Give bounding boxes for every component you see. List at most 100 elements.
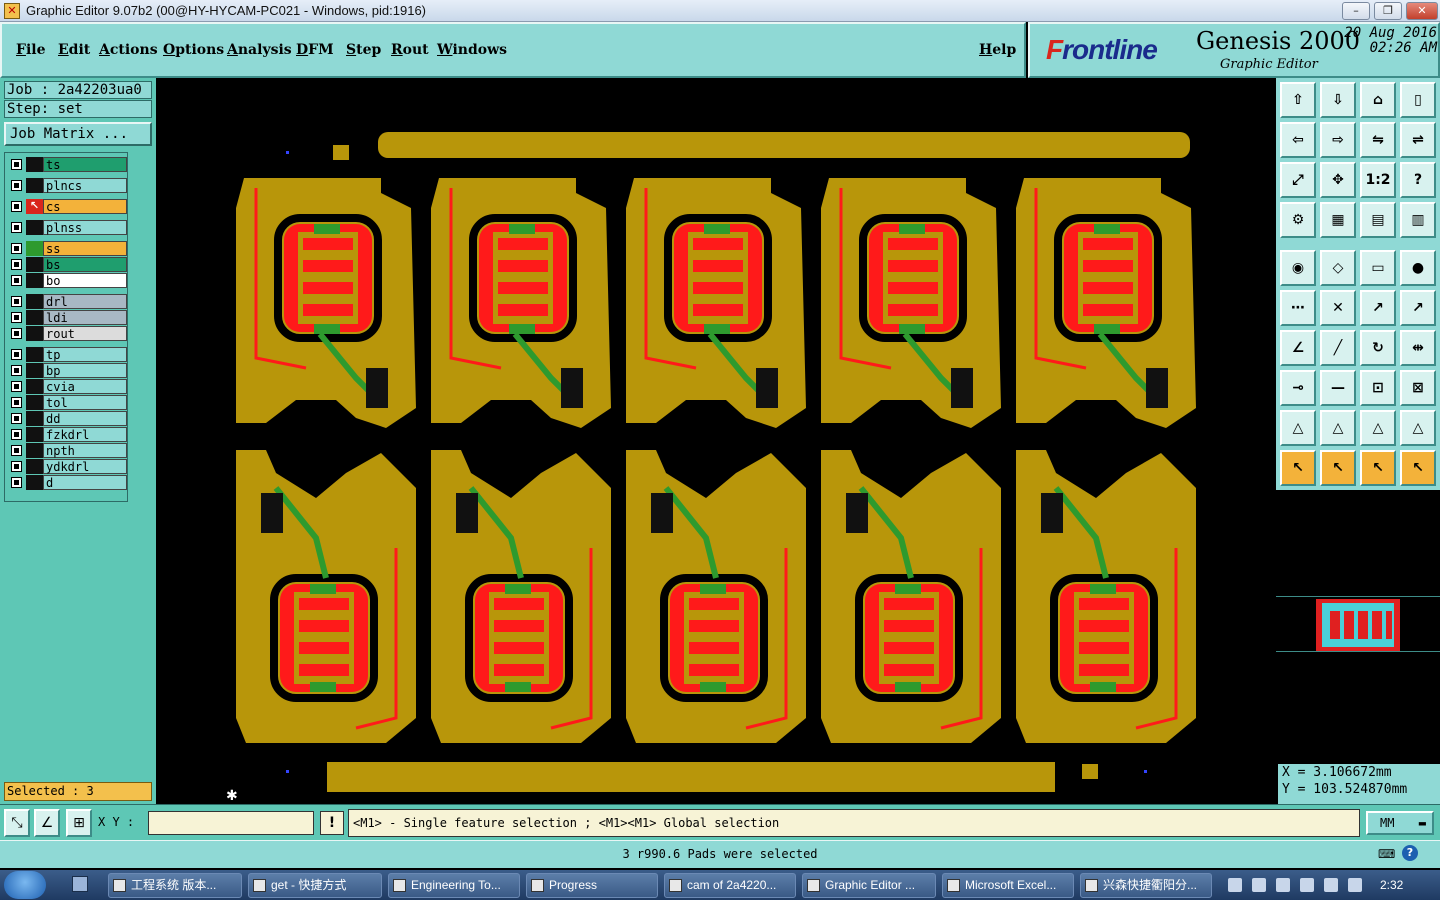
layer-row-rout[interactable]: rout [7,326,127,341]
layer-checkbox[interactable] [11,365,22,376]
help-circle-icon[interactable]: ? [1402,845,1418,861]
layer-name[interactable]: d [43,475,127,490]
layer-name[interactable]: fzkdrl [43,427,127,442]
layer-checkbox[interactable] [11,429,22,440]
node-icon[interactable]: ⊸ [1280,370,1316,406]
layer-row-fzkdrl[interactable]: fzkdrl [7,427,127,442]
units-select[interactable]: MM ▬ [1366,811,1434,835]
layer-row-ss[interactable]: ss [7,241,127,256]
circle-icon[interactable]: ● [1400,250,1436,286]
layer-row-d[interactable]: d [7,475,127,490]
help-icon[interactable]: ? [1400,162,1436,198]
layer-name[interactable]: drl [43,294,127,309]
task-item[interactable]: 兴森快捷衢阳分... [1080,873,1212,898]
task-item[interactable]: cam of 2a4220... [664,873,796,898]
layer-row-npth[interactable]: npth [7,443,127,458]
pointer-icon[interactable]: ↖ [1280,450,1316,486]
task-item[interactable]: get - 快捷方式 [248,873,382,898]
layer-row-cvia[interactable]: cvia [7,379,127,394]
layer-checkbox[interactable] [11,397,22,408]
task-item[interactable]: Progress [526,873,658,898]
tri2-icon[interactable]: △ [1320,410,1356,446]
center-icon[interactable]: ✥ [1320,162,1356,198]
window-icon[interactable]: ▯ [1400,82,1436,118]
close-button[interactable]: ✕ [1406,2,1438,20]
snap-icon[interactable]: ⇧ [1280,82,1316,118]
layer-row-ts[interactable]: ts [7,157,127,172]
layer-row-bo[interactable]: bo [7,273,127,288]
zoom-home-icon[interactable]: ⇩ [1320,82,1356,118]
menu-step[interactable]: Step [346,42,381,58]
layer-name[interactable]: ydkdrl [43,459,127,474]
cross-icon[interactable]: ✕ [1320,290,1356,326]
menu-analysis[interactable]: Analysis [227,42,292,58]
layer-row-ydkdrl[interactable]: ydkdrl [7,459,127,474]
layer-row-plncs[interactable]: plncs [7,178,127,193]
tri-icon[interactable]: △ [1280,410,1316,446]
tri4-icon[interactable]: △ [1400,410,1436,446]
layer-checkbox[interactable] [11,477,22,488]
move-right-icon[interactable]: ⇨ [1320,122,1356,158]
layer-row-drl[interactable]: drl [7,294,127,309]
layer-checkbox[interactable] [11,296,22,307]
layer-checkbox[interactable] [11,201,22,212]
rotate-icon[interactable]: ⇌ [1400,122,1436,158]
mirror-icon[interactable]: ⇋ [1360,122,1396,158]
layer-row-tp[interactable]: tp [7,347,127,362]
layer-checkbox[interactable] [11,312,22,323]
dots-icon[interactable]: ⋯ [1280,290,1316,326]
layer-checkbox[interactable] [11,445,22,456]
measure-icon[interactable]: ⚙ [1280,202,1316,238]
show-desktop-icon[interactable] [72,876,88,892]
arrow2-icon[interactable]: ↗ [1400,290,1436,326]
split-icon[interactable]: ⇹ [1400,330,1436,366]
layer-name[interactable]: npth [43,443,127,458]
layer-name[interactable]: bs [43,257,127,272]
ruler-icon[interactable]: ▭ [1360,250,1396,286]
layers-icon[interactable]: ▤ [1360,202,1396,238]
task-item[interactable]: 工程系统 版本... [108,873,242,898]
layer-name[interactable]: ts [43,157,127,172]
ratio-icon[interactable]: 1:2 [1360,162,1396,198]
job-matrix-button[interactable]: Job Matrix ... [4,122,152,146]
layer-checkbox[interactable] [11,275,22,286]
layer-row-dd[interactable]: dd [7,411,127,426]
menu-dfm[interactable]: DFM [296,42,334,58]
layer-checkbox[interactable] [11,381,22,392]
tray-icon-1[interactable] [1228,878,1242,892]
layer-row-tol[interactable]: tol [7,395,127,410]
task-item[interactable]: Graphic Editor ... [802,873,936,898]
warning-button[interactable]: ! [320,811,344,835]
layer-checkbox[interactable] [11,159,22,170]
layer-name[interactable]: ss [43,241,127,256]
arc-icon[interactable]: ↻ [1360,330,1396,366]
measure-tool-icon[interactable]: ∠ [34,809,60,837]
arrow-icon[interactable]: ↗ [1360,290,1396,326]
layer-name[interactable]: tol [43,395,127,410]
box-icon[interactable]: ⊡ [1360,370,1396,406]
menu-windows[interactable]: Windows [437,42,507,58]
rect-icon[interactable]: ⊠ [1400,370,1436,406]
menu-rout[interactable]: Rout [391,42,429,58]
tray-icon-2[interactable] [1252,878,1266,892]
move-left-icon[interactable]: ⇦ [1280,122,1316,158]
task-item[interactable]: Microsoft Excel... [942,873,1074,898]
layer-row-ldi[interactable]: ldi [7,310,127,325]
pointer3-icon[interactable]: ↖ [1360,450,1396,486]
slash-icon[interactable]: ∠ [1280,330,1316,366]
line-icon[interactable]: ◇ [1320,250,1356,286]
layer-name[interactable]: bp [43,363,127,378]
menu-file[interactable]: File [16,42,46,58]
menu-actions[interactable]: Actions [99,42,158,58]
menu-edit[interactable]: Edit [58,42,90,58]
board-canvas[interactable]: ✱ [156,78,1276,804]
task-item[interactable]: Engineering To... [388,873,520,898]
layer-name[interactable]: dd [43,411,127,426]
tray-icon-6[interactable] [1348,878,1362,892]
layer-checkbox[interactable] [11,180,22,191]
tri3-icon[interactable]: △ [1360,410,1396,446]
layer-name[interactable]: rout [43,326,127,341]
layer-name[interactable]: ldi [43,310,127,325]
layers2-icon[interactable]: ▥ [1400,202,1436,238]
home-icon[interactable]: ⌂ [1360,82,1396,118]
